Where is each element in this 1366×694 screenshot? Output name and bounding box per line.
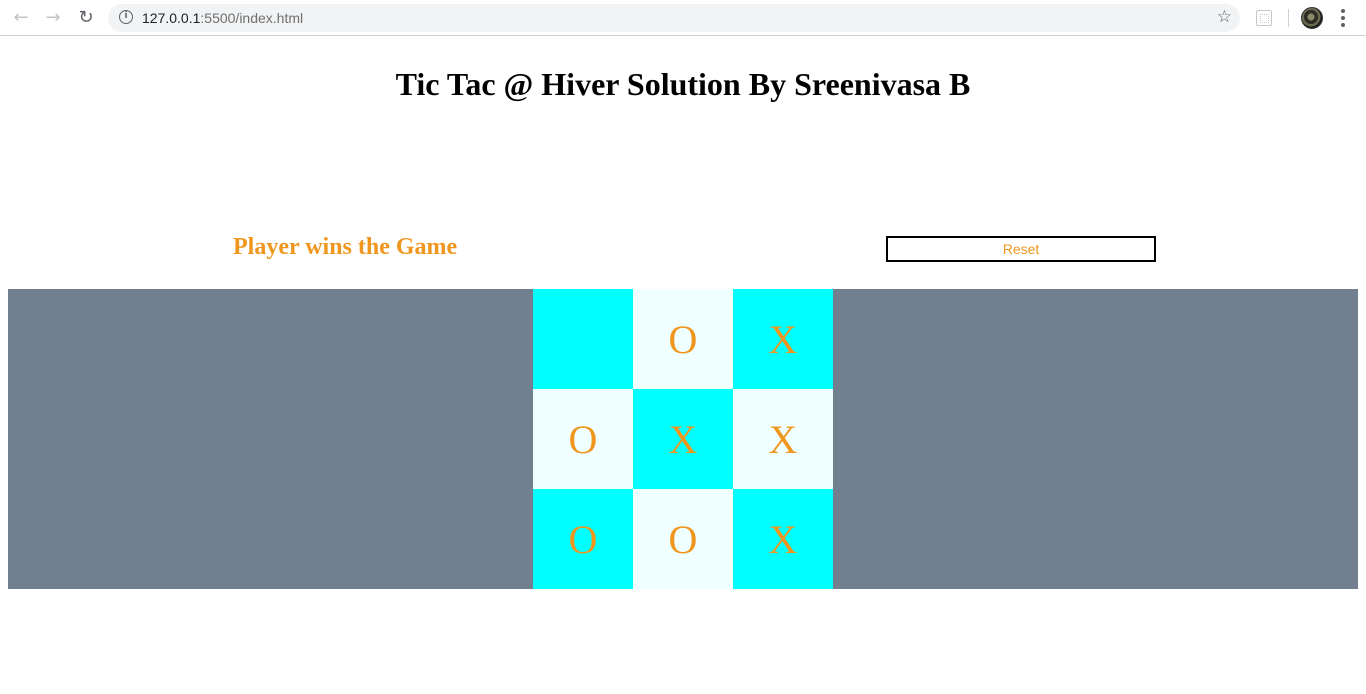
browser-toolbar: ← → ↻ i 127.0.0.1:5500/index.html ☆	[0, 0, 1366, 36]
board-cell[interactable]: X	[633, 389, 733, 489]
avatar[interactable]	[1301, 7, 1323, 29]
board-cell[interactable]: O	[633, 489, 733, 589]
board-area: O X O X X O O X	[8, 289, 1358, 589]
reload-icon[interactable]: ↻	[75, 7, 97, 29]
board-cell[interactable]: O	[533, 489, 633, 589]
url-host: 127.0.0.1	[142, 10, 201, 26]
info-icon[interactable]: i	[119, 10, 133, 24]
board-cell[interactable]: X	[733, 389, 833, 489]
address-bar[interactable]: i 127.0.0.1:5500/index.html ☆	[108, 4, 1240, 32]
game-status: Player wins the Game	[233, 234, 458, 260]
page-title: Tic Tac @ Hiver Solution By Sreenivasa B	[395, 66, 971, 102]
board-cell[interactable]: X	[733, 489, 833, 589]
back-icon[interactable]: ←	[10, 7, 32, 29]
toolbar-divider	[1288, 9, 1289, 27]
url-text[interactable]: 127.0.0.1:5500/index.html	[142, 10, 303, 26]
game-board: O X O X X O O X	[533, 289, 833, 589]
board-cell[interactable]: O	[633, 289, 733, 389]
forward-icon[interactable]: →	[42, 7, 64, 29]
url-path: :5500/index.html	[200, 10, 304, 26]
extension-icon[interactable]	[1256, 10, 1272, 26]
menu-icon[interactable]	[1336, 7, 1350, 29]
board-cell[interactable]: X	[733, 289, 833, 389]
board-cell[interactable]: O	[533, 389, 633, 489]
star-icon[interactable]: ☆	[1217, 7, 1232, 27]
board-cell[interactable]	[533, 289, 633, 389]
reset-button[interactable]: Reset	[886, 236, 1156, 262]
